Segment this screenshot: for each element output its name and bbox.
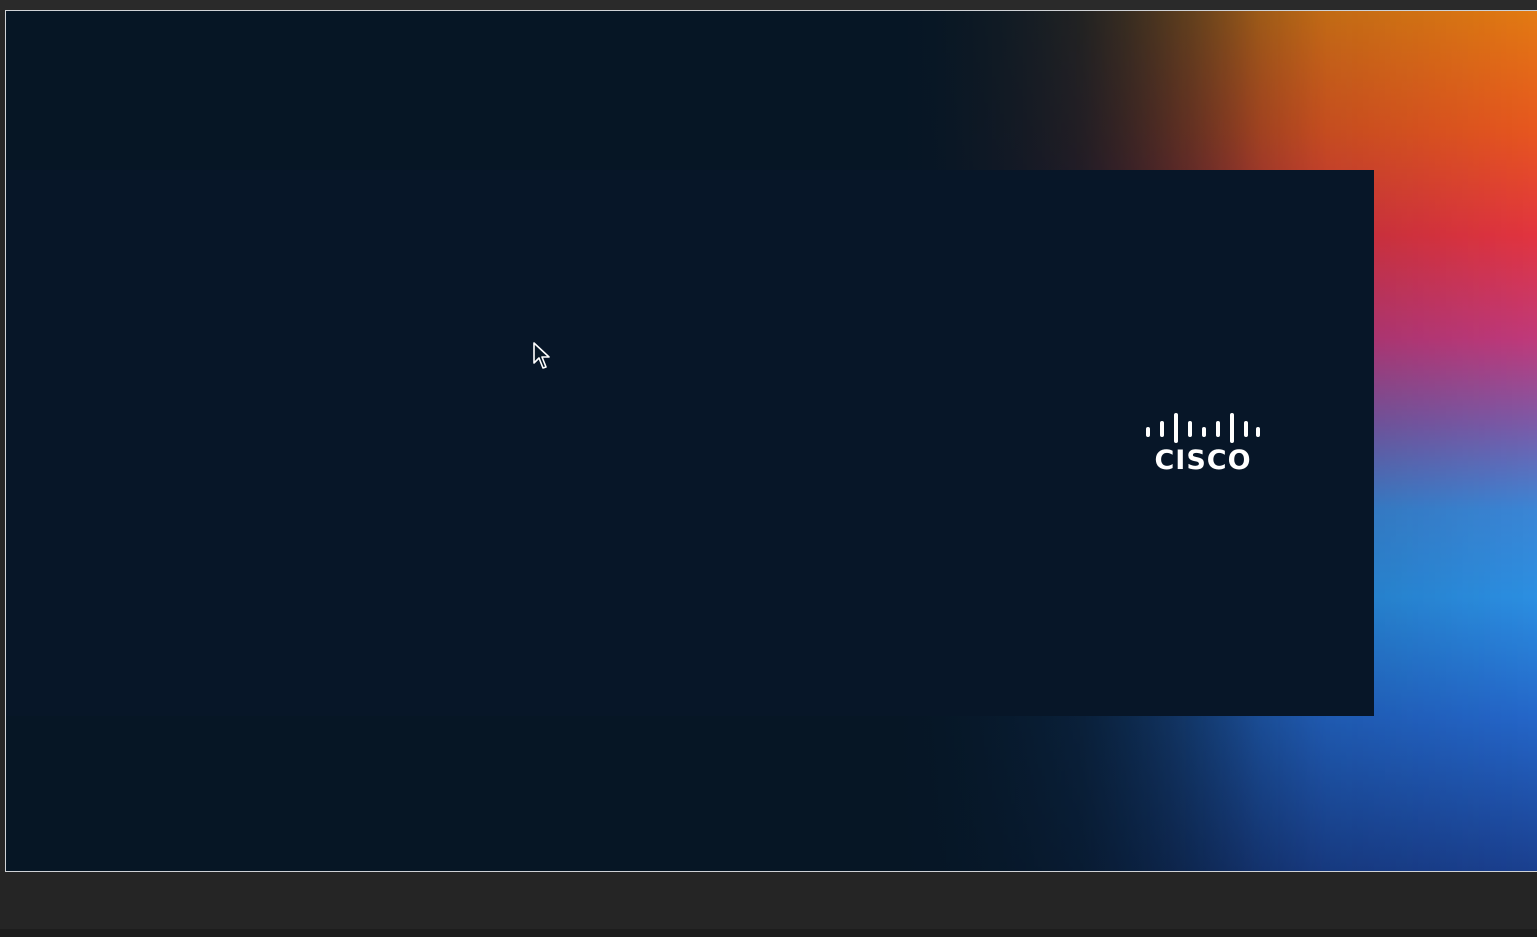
screen-share-viewer[interactable]: CISCO [5,10,1537,872]
cisco-logo-bars-icon [1146,413,1260,443]
cisco-logo: CISCO [1143,411,1263,476]
bottom-toolbar-area [0,872,1537,937]
window-top-strip [0,0,1537,10]
cisco-wordmark: CISCO [1154,445,1252,476]
bottom-divider [0,929,1537,937]
arrow-pointer-icon [533,342,550,369]
